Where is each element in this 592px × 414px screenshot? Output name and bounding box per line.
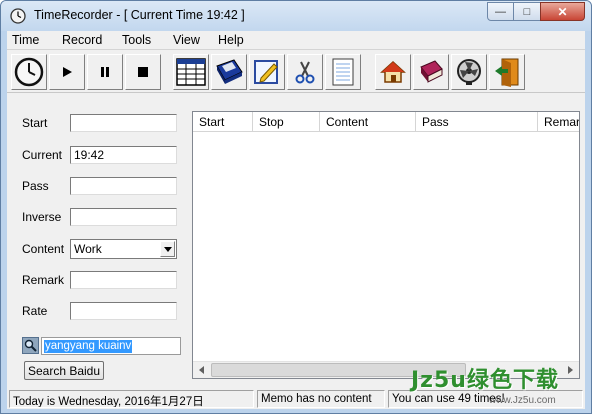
home-icon [380,60,406,83]
toolbar [7,51,585,93]
records-table[interactable]: Start Stop Content Pass Remar [192,111,580,379]
scroll-left-icon[interactable] [193,362,210,378]
content-label: Content [22,242,65,256]
minimize-icon: — [495,5,506,18]
search-icon[interactable] [22,337,39,354]
notepad-icon [332,58,354,86]
rate-field[interactable] [70,302,177,320]
close-button[interactable]: ✕ [540,2,585,21]
table-icon [176,58,206,86]
inverse-field[interactable] [70,208,177,226]
save-button[interactable] [211,54,247,90]
menu-tools[interactable]: Tools [122,33,151,47]
menu-time[interactable]: Time [12,33,39,47]
pass-field[interactable] [70,177,177,195]
column-pass[interactable]: Pass [416,112,538,131]
fan-button[interactable] [451,54,487,90]
remark-field[interactable] [70,271,177,289]
exit-button[interactable] [489,54,525,90]
status-memo: Memo has no content [257,390,385,408]
scroll-right-icon[interactable] [562,362,579,378]
menu-view[interactable]: View [173,33,200,47]
current-field[interactable] [70,146,177,164]
remark-label: Remark [22,273,65,287]
pause-button[interactable] [87,54,123,90]
stop-button[interactable] [125,54,161,90]
start-label: Start [22,116,48,130]
watermark-url: www.Jz5u.com [489,395,556,406]
rate-label: Rate [22,304,48,318]
book-button[interactable] [413,54,449,90]
clock-icon [14,57,44,87]
clock-icon[interactable] [10,8,26,24]
search-input[interactable]: yangyang kuainv [41,337,181,355]
title-bar[interactable]: TimeRecorder - [ Current Time 19:42 ] — … [1,1,591,31]
notepad-button[interactable] [325,54,361,90]
search-text: yangyang kuainv [44,340,133,353]
scissors-icon [295,61,315,84]
close-icon: ✕ [557,4,568,19]
clock-button[interactable] [11,54,47,90]
minimize-button[interactable]: — [487,2,514,21]
stop-icon [138,67,148,77]
edit-button[interactable] [249,54,285,90]
maximize-button[interactable]: □ [513,2,541,21]
maximize-icon: □ [523,5,531,18]
exit-door-icon [495,58,519,87]
search-baidu-button[interactable]: Search Baidu [24,361,104,380]
search-row: yangyang kuainv [22,337,182,355]
app-window: TimeRecorder - [ Current Time 19:42 ] — … [0,0,592,414]
home-button[interactable] [375,54,411,90]
content-value: Work [74,242,102,256]
watermark-logo: Jz5u绿色下载 [411,368,559,393]
column-content[interactable]: Content [320,112,416,131]
play-button[interactable] [49,54,85,90]
status-date: Today is Wednesday, 2016年1月27日 [9,390,254,408]
current-label: Current [22,148,63,162]
start-field[interactable] [70,114,177,132]
client-area: Time Record Tools View Help Start Curren… [7,31,585,409]
column-remark[interactable]: Remar [538,112,579,131]
pass-label: Pass [22,179,49,193]
menu-record[interactable]: Record [62,33,102,47]
column-start[interactable]: Start [193,112,253,131]
column-stop[interactable]: Stop [253,112,320,131]
play-icon [63,67,72,77]
content-dropdown[interactable]: Work [70,239,177,259]
dropdown-arrow-button[interactable] [160,241,175,257]
fan-icon [457,59,481,85]
chevron-down-icon [163,246,172,252]
save-disk-icon [216,59,243,84]
window-title: TimeRecorder - [ Current Time 19:42 ] [34,8,245,22]
cut-button[interactable] [287,54,323,90]
inverse-label: Inverse [22,210,62,224]
menu-help[interactable]: Help [218,33,244,47]
edit-icon [254,60,278,84]
menu-bar: Time Record Tools View Help [7,31,585,50]
pause-icon [101,67,109,77]
book-icon [420,60,443,83]
table-header: Start Stop Content Pass Remar [193,112,579,132]
table-button[interactable] [173,54,209,90]
